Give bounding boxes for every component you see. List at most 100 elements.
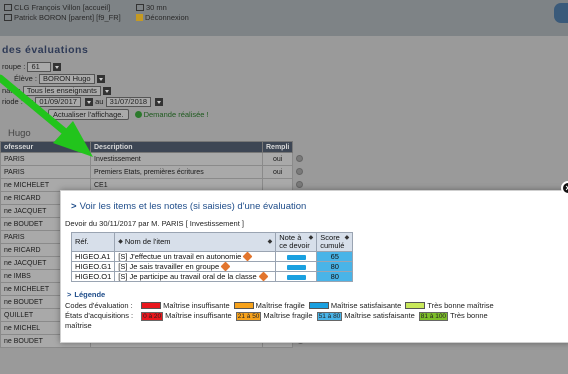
- chevron-down-icon[interactable]: [53, 63, 62, 72]
- filled-cell: oui: [261, 165, 294, 179]
- item-name-cell: [S] Je sais travailler en groupe: [114, 261, 277, 272]
- date-from-field[interactable]: 01/09/2017: [35, 97, 81, 108]
- description-cell: Premiers Etats, premières écritures: [90, 165, 263, 179]
- teacher-select[interactable]: Tous les enseignants: [22, 86, 101, 97]
- student-heading: Hugo: [8, 128, 31, 139]
- legend-range-badge: 0 à 20: [141, 312, 164, 321]
- legend-label: Maîtrise fragile: [263, 311, 313, 320]
- top-bar: CLG François Villon [accueil] Patrick BO…: [0, 0, 568, 36]
- item-name-cell: [S] Je participe au travail oral de la c…: [114, 271, 277, 282]
- item-score: 65: [316, 251, 354, 262]
- note-bar: [286, 264, 306, 270]
- legend-label: Maîtrise satisfaisante: [344, 311, 415, 320]
- col-actions: [292, 141, 307, 153]
- item-name: [S] Je participe au travail oral de la c…: [118, 272, 257, 281]
- legend-title[interactable]: > Légende: [67, 290, 105, 299]
- col-teacher[interactable]: ofesseur: [0, 141, 91, 153]
- session-timer: 30 mn: [136, 3, 167, 12]
- pencil-icon[interactable]: [242, 251, 253, 262]
- evaluation-items-modal: > Voir les items et les notes (si saisies…: [60, 190, 568, 343]
- clock-icon: [136, 4, 144, 11]
- table-header-row: ofesseur Description Rempli: [0, 141, 307, 153]
- legend-codes-row: Codes d'évaluation : Maîtrise insuffisan…: [65, 301, 494, 310]
- legend-label: Maîtrise insuffisante: [163, 301, 230, 310]
- logout-icon: [136, 14, 143, 21]
- legend-range-badge: 51 à 80: [316, 312, 343, 321]
- actions-row: Actualiser l'affichage. Demande réalisée…: [48, 109, 209, 120]
- col-filled[interactable]: Rempli: [261, 141, 294, 153]
- user-info: Patrick BORON [parent] [f9_FR]: [4, 13, 121, 22]
- item-row: HIGEO.O1 [S] Je participe au travail oral…: [70, 271, 354, 282]
- row-action: [292, 152, 307, 166]
- legend-label: Maîtrise insuffisante: [165, 311, 232, 320]
- status-note: Demande réalisée !: [143, 110, 209, 119]
- col-ref[interactable]: Réf.: [70, 232, 116, 252]
- teacher-row: nant : Tous les enseignants: [2, 86, 111, 97]
- item-ref: HIGEO.O1: [70, 271, 116, 282]
- logout-link[interactable]: Déconnexion: [136, 13, 189, 22]
- item-note: [275, 251, 318, 262]
- legend-states-wrap: maîtrise: [65, 321, 92, 330]
- legend-range-badge: 81 à 100: [418, 312, 449, 321]
- chevron-right-icon: >: [67, 290, 72, 299]
- close-icon[interactable]: ×: [561, 181, 568, 195]
- item-score: 80: [316, 261, 354, 272]
- pencil-icon[interactable]: [258, 271, 269, 282]
- col-note[interactable]: ◆ Note à ce devoir: [275, 232, 318, 252]
- col-description[interactable]: Description: [90, 141, 263, 153]
- period-row: riode : du 01/09/2017 au 31/07/2018: [2, 97, 164, 108]
- item-note: [275, 271, 318, 282]
- item-note: [275, 261, 318, 272]
- user-icon: [4, 14, 12, 21]
- table-row: PARIS Premiers Etats, premières écritures…: [0, 165, 307, 179]
- view-icon[interactable]: [296, 154, 304, 162]
- chevron-down-icon[interactable]: [96, 75, 105, 84]
- view-icon[interactable]: [296, 180, 304, 188]
- col-score[interactable]: ◆ Score cumulé: [316, 232, 354, 252]
- teacher-cell: PARIS: [0, 165, 91, 179]
- legend-range-badge: 21 à 50: [235, 312, 262, 321]
- group-row: roupe : 61: [2, 62, 62, 73]
- date-to-field[interactable]: 31/07/2018: [105, 97, 152, 108]
- item-ref: HIGEO.G1: [70, 261, 116, 272]
- student-select[interactable]: BORON Hugo: [39, 74, 95, 85]
- group-select[interactable]: 61: [27, 62, 52, 73]
- filled-cell: oui: [261, 152, 294, 166]
- note-bar: [286, 254, 306, 260]
- chevron-down-icon[interactable]: [102, 87, 111, 96]
- item-name: [S] Je sais travailler en groupe: [118, 262, 220, 271]
- legend-swatch: [141, 302, 162, 309]
- item-row: HIGEO.A1 [S] J'effectue un travail en aut…: [70, 251, 354, 262]
- legend-states-row: États d'acquisitions : 0 à 20 Maîtrise in…: [65, 311, 488, 321]
- items-table: Réf. ◆ ◆ Nom de l'item ◆ Note à ce devoir ◆ S…: [70, 232, 354, 282]
- sort-arrow-left: ◆: [118, 239, 123, 245]
- description-cell: Investissement: [90, 152, 263, 166]
- pencil-icon[interactable]: [220, 261, 231, 272]
- legend-label: Maîtrise satisfaisante: [330, 301, 402, 310]
- legend-label: Très bonne maîtrise: [427, 301, 494, 310]
- calendar-icon[interactable]: [85, 98, 94, 107]
- modal-title: > Voir les items et les notes (si saisies…: [71, 201, 307, 212]
- help-icon[interactable]: [554, 3, 568, 23]
- legend-swatch: [308, 302, 329, 309]
- legend-label: Très bonne: [450, 311, 488, 320]
- item-ref: HIGEO.A1: [70, 251, 116, 262]
- refresh-button[interactable]: Actualiser l'affichage.: [48, 109, 129, 120]
- sort-icon: ◆: [344, 235, 350, 241]
- student-row: Élève : BORON Hugo: [14, 74, 105, 85]
- items-header-row: Réf. ◆ ◆ Nom de l'item ◆ Note à ce devoir ◆ S…: [70, 232, 354, 252]
- col-item-name[interactable]: ◆ ◆ Nom de l'item: [114, 232, 277, 252]
- chevron-right-icon: >: [71, 201, 77, 212]
- item-name-cell: [S] J'effectue un travail en autonomie: [114, 251, 277, 262]
- school-icon: [4, 4, 12, 11]
- item-name: [S] J'effectue un travail en autonomie: [118, 252, 242, 261]
- modal-subtitle: Devoir du 30/11/2017 par M. PARIS [ Inve…: [65, 219, 244, 228]
- calendar-icon[interactable]: [155, 98, 164, 107]
- page-title: des évaluations: [2, 44, 89, 56]
- note-bar: [286, 274, 306, 280]
- row-action: [292, 165, 307, 179]
- item-score: 80: [316, 271, 354, 282]
- school-link[interactable]: CLG François Villon [accueil]: [4, 3, 110, 12]
- view-icon[interactable]: [296, 167, 304, 175]
- item-row: HIGEO.G1 [S] Je sais travailler en groupe…: [70, 261, 354, 272]
